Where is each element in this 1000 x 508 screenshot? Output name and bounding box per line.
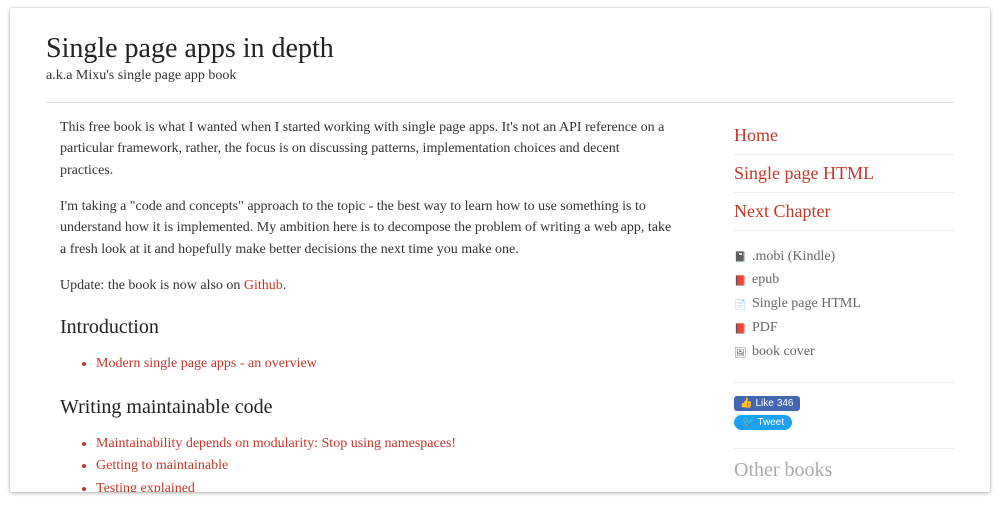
fb-like-label: Like	[755, 398, 773, 409]
document-icon: 📄	[734, 297, 746, 311]
sidebar-divider-2	[734, 448, 954, 449]
download-label: book cover	[752, 340, 815, 364]
book-icon: 📕	[734, 273, 746, 287]
toc-link-modularity[interactable]: Maintainability depends on modularity: S…	[96, 436, 456, 451]
section-maintainable-heading: Writing maintainable code	[60, 392, 674, 423]
section-introduction-list: Modern single page apps - an overview	[60, 353, 674, 375]
update-paragraph: Update: the book is now also on Github.	[60, 275, 674, 297]
other-books-heading: Other books	[734, 459, 954, 482]
tweet-button[interactable]: 🐦 Tweet	[734, 415, 792, 430]
download-label: PDF	[752, 316, 778, 340]
page-subtitle: a.k.a Mixu's single page app book	[46, 68, 954, 84]
nav-next-chapter[interactable]: Next Chapter	[734, 193, 954, 231]
github-link[interactable]: Github	[244, 278, 283, 293]
toc-link-testing[interactable]: Testing explained	[96, 481, 195, 492]
downloads-list: 📓 .mobi (Kindle) 📕 epub 📄 Single page HT…	[734, 245, 954, 364]
tweet-label: Tweet	[757, 417, 784, 428]
image-icon: 🖼	[734, 345, 746, 359]
nav-home[interactable]: Home	[734, 117, 954, 155]
section-introduction-heading: Introduction	[60, 312, 674, 343]
main-content: This free book is what I wanted when I s…	[46, 117, 674, 492]
download-pdf[interactable]: 📕 PDF	[734, 316, 954, 340]
pdf-icon: 📕	[734, 321, 746, 335]
update-prefix: Update: the book is now also on	[60, 278, 244, 293]
intro-paragraph-2: I'm taking a "code and concepts" approac…	[60, 196, 674, 261]
toc-link-getting-maintainable[interactable]: Getting to maintainable	[96, 458, 228, 473]
thumbs-up-icon: 👍	[740, 398, 752, 409]
intro-paragraph-1: This free book is what I wanted when I s…	[60, 117, 674, 182]
toc-link-overview[interactable]: Modern single page apps - an overview	[96, 356, 317, 371]
book-icon: 📓	[734, 249, 746, 263]
download-label: .mobi (Kindle)	[752, 245, 835, 269]
download-html[interactable]: 📄 Single page HTML	[734, 292, 954, 316]
download-epub[interactable]: 📕 epub	[734, 268, 954, 292]
fb-like-count: 346	[777, 398, 794, 409]
download-mobi[interactable]: 📓 .mobi (Kindle)	[734, 245, 954, 269]
facebook-like-button[interactable]: 👍 Like 346	[734, 396, 800, 411]
download-cover[interactable]: 🖼 book cover	[734, 340, 954, 364]
header-divider	[46, 102, 954, 103]
social-buttons: 👍 Like 346 🐦 Tweet	[734, 393, 954, 430]
nav-single-page-html[interactable]: Single page HTML	[734, 155, 954, 193]
sidebar: Home Single page HTML Next Chapter 📓 .mo…	[734, 117, 954, 492]
update-suffix: .	[283, 278, 287, 293]
download-label: epub	[752, 268, 779, 292]
sidebar-divider	[734, 382, 954, 383]
twitter-icon: 🐦	[742, 417, 754, 428]
page-title: Single page apps in depth	[46, 32, 954, 66]
section-maintainable-list: Maintainability depends on modularity: S…	[60, 433, 674, 492]
download-label: Single page HTML	[752, 292, 861, 316]
